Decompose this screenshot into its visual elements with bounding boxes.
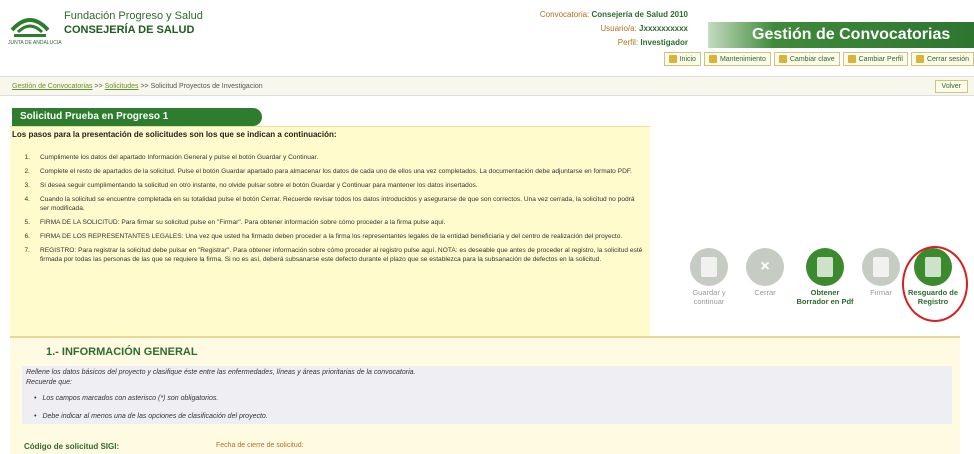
breadcrumb-convocatorias[interactable]: Gestión de Convocatorias [12, 83, 93, 90]
close-icon: × [760, 258, 770, 275]
breadcrumb-solicitudes[interactable]: Solicitudes [105, 83, 139, 90]
cambiar-perfil-button[interactable]: Cambiar Perfil [842, 52, 908, 66]
list-item: Debe indicar al menos una de las opcione… [34, 412, 948, 422]
usuario-value: Jxxxxxxxxxx [639, 24, 688, 33]
wrench-icon [708, 55, 717, 63]
save-icon [701, 257, 717, 277]
top-toolbar: Inicio Mantenimiento Cambiar clave Cambi… [663, 52, 974, 66]
volver-button[interactable]: Volver [934, 80, 968, 93]
informacion-general-section: 1.- INFORMACIÓN GENERAL Rellene los dato… [10, 336, 960, 454]
list-item: 1. Cumplimente los datos del apartado Inf… [24, 154, 319, 161]
section-description: Rellene los datos básicos del proyecto y… [22, 366, 952, 424]
reminders-list: Los campos marcados con asterisco (*) so… [26, 394, 948, 422]
steps-intro: Los pasos para la presentación de solici… [12, 130, 337, 139]
session-info: Convocatoria: Consejería de Salud 2010 U… [539, 10, 689, 47]
list-item: Los campos marcados con asterisco (*) so… [34, 394, 948, 404]
breadcrumb-current: Solicitud Proyectos de Investigacion [150, 83, 263, 90]
breadcrumb: Gestión de Convocatorias >> Solicitudes … [12, 83, 263, 90]
pdf-icon [817, 257, 833, 277]
header: JUNTA DE ANDALUCIA Fundación Progreso y … [0, 0, 974, 68]
cambiar-clave-button[interactable]: Cambiar clave [773, 52, 840, 66]
sign-icon [873, 257, 889, 277]
list-item: 3. Si desea seguir cumplimentando la soli… [24, 182, 478, 189]
home-icon [668, 55, 677, 63]
list-item: 7. REGISTRO: Para registrar la solicitud … [24, 247, 643, 263]
user-icon [847, 55, 856, 63]
breadcrumb-bar: Gestión de Convocatorias >> Solicitudes … [0, 76, 974, 96]
mantenimiento-button[interactable]: Mantenimiento [703, 52, 771, 66]
inicio-button[interactable]: Inicio [663, 52, 701, 66]
junta-logo-icon [10, 18, 50, 37]
convocatoria-value: Consejería de Salud 2010 [591, 10, 689, 19]
app-banner: Gestión de Convocatorias [708, 22, 974, 48]
org-name: Fundación Progreso y Salud [64, 10, 203, 22]
section-title: 1.- INFORMACIÓN GENERAL [46, 346, 198, 358]
guardar-continuar-button[interactable]: Guardar y continuar [678, 248, 740, 306]
cerrar-sesion-button[interactable]: Cerrar sesión [910, 52, 974, 66]
list-item: 5. FIRMA DE LA SOLICITUD: Para firmar su … [24, 219, 446, 226]
list-item: 6. FIRMA DE LOS REPRESENTANTES LEGALES: U… [24, 233, 623, 240]
org-department: CONSEJERÍA DE SALUD [64, 24, 195, 36]
cerrar-button[interactable]: × Cerrar [734, 248, 796, 297]
exit-icon [915, 55, 924, 63]
page-title: Solicitud Prueba en Progreso 1 [12, 108, 262, 126]
highlight-circle [902, 246, 968, 322]
codigo-solicitud-label: Código de solicitud SIGI: [24, 442, 120, 451]
logo-subtitle: JUNTA DE ANDALUCIA [8, 40, 62, 46]
key-icon [778, 55, 787, 63]
steps-box: Los pasos para la presentación de solici… [10, 126, 650, 346]
list-item: 4. Cuando la solicitud se encuentre compl… [24, 196, 635, 212]
perfil-value: Investigador [640, 38, 688, 47]
list-item: 2. Complete el resto de apartados de la s… [24, 168, 632, 175]
steps-list: 1. Cumplimente los datos del apartado Inf… [18, 153, 643, 269]
fecha-cierre-label: Fecha de cierre de solicitud: [216, 442, 304, 449]
obtener-borrador-button[interactable]: Obtener Borrador en Pdf [794, 248, 856, 306]
